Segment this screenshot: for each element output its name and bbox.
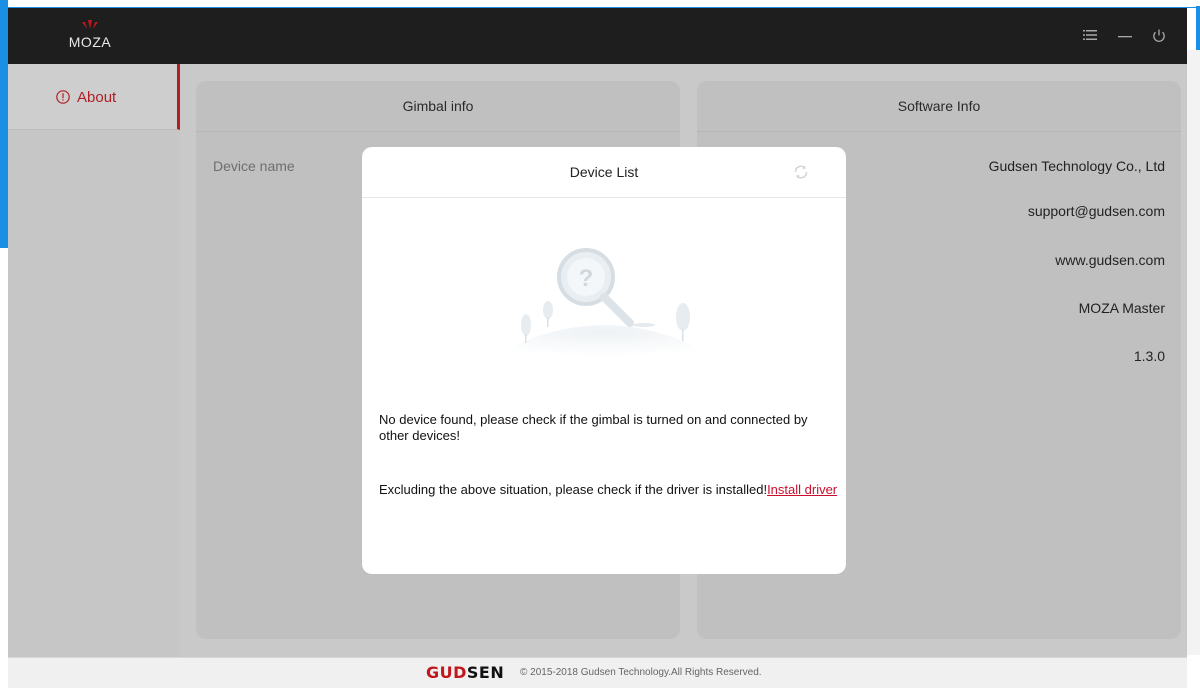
minimize-icon[interactable] xyxy=(1116,28,1134,46)
dialog-header: Device List xyxy=(362,147,846,198)
no-device-illustration: ? xyxy=(488,248,720,360)
refresh-icon[interactable] xyxy=(792,163,810,181)
sidebar-item-about[interactable]: About xyxy=(8,64,180,130)
install-driver-link[interactable]: Install driver xyxy=(767,482,837,497)
desktop-edge-left xyxy=(0,0,8,248)
software-name: MOZA Master xyxy=(1078,300,1165,316)
title-bar: MOZA xyxy=(8,8,1187,64)
svg-text:?: ? xyxy=(579,265,594,292)
info-circle-icon xyxy=(56,90,70,104)
background-window-strip xyxy=(1187,50,1200,655)
gudsen-logo-part2: SEN xyxy=(466,663,505,682)
moza-logo-mark xyxy=(82,20,98,29)
menu-icon[interactable] xyxy=(1081,28,1099,46)
gudsen-logo-part1: GUD xyxy=(426,663,467,682)
copyright-text: © 2015-2018 Gudsen Technology.All Rights… xyxy=(520,667,762,678)
gimbal-info-title: Gimbal info xyxy=(196,81,680,132)
footer: GUDSEN © 2015-2018 Gudsen Technology.All… xyxy=(8,657,1187,688)
logo-text: MOZA xyxy=(68,34,112,50)
software-version: 1.3.0 xyxy=(1133,348,1165,364)
power-icon[interactable] xyxy=(1150,28,1168,46)
support-email: support@gudsen.com xyxy=(1027,203,1165,219)
sidebar: About xyxy=(8,64,180,657)
no-device-message: No device found, please check if the gim… xyxy=(379,412,808,443)
sidebar-item-label: About xyxy=(77,89,117,106)
moza-logo: MOZA xyxy=(60,20,120,56)
desktop-edge-right xyxy=(1196,6,1200,50)
device-name-label: Device name xyxy=(213,158,295,174)
company-name: Gudsen Technology Co., Ltd xyxy=(988,158,1165,174)
driver-message-line: Excluding the above situation, please ch… xyxy=(379,482,839,498)
website: www.gudsen.com xyxy=(1055,252,1165,268)
dialog-title: Device List xyxy=(569,164,639,180)
driver-message: Excluding the above situation, please ch… xyxy=(379,482,768,497)
software-info-title: Software Info xyxy=(697,81,1181,132)
gudsen-logo: GUDSEN xyxy=(426,664,504,682)
device-list-dialog: Device List ? No device found, please ch… xyxy=(362,147,846,574)
